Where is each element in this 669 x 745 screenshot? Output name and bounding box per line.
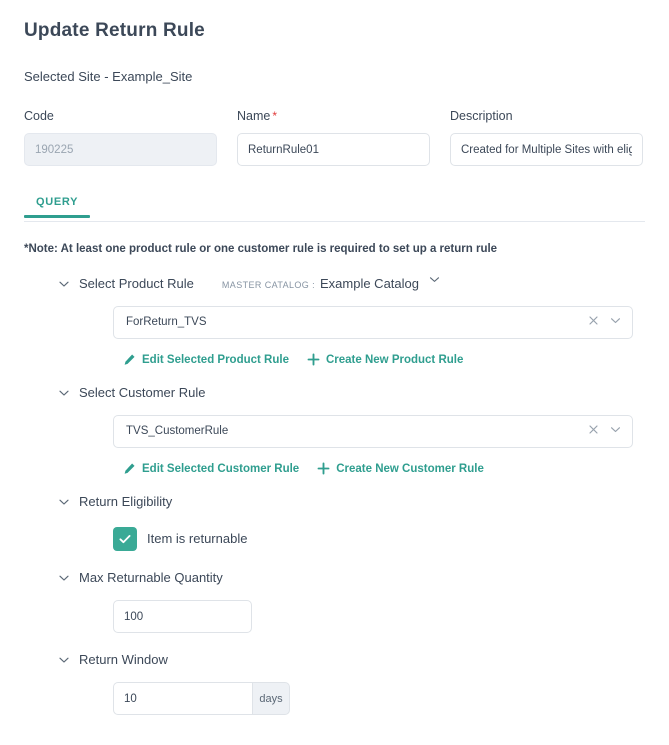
- chevron-down-icon[interactable]: [57, 495, 71, 509]
- section-max-returnable-quantity: Max Returnable Quantity: [24, 567, 645, 633]
- create-new-product-rule-link[interactable]: Create New Product Rule: [307, 353, 463, 366]
- item-returnable-checkbox[interactable]: [113, 527, 137, 551]
- return-window-title: Return Window: [79, 650, 168, 670]
- create-new-customer-rule-link[interactable]: Create New Customer Rule: [317, 462, 484, 475]
- plus-icon: [307, 353, 320, 366]
- return-rule-form-page: Update Return Rule Selected Site - Examp…: [0, 0, 669, 745]
- create-new-product-rule-label: Create New Product Rule: [326, 354, 463, 366]
- tab-bar: QUERY: [24, 192, 645, 222]
- return-window-input[interactable]: [113, 682, 252, 715]
- product-rule-header: Select Product Rule MASTER CATALOG : Exa…: [24, 273, 645, 295]
- plus-icon: [317, 462, 330, 475]
- return-window-unit-suffix: days: [252, 682, 290, 715]
- page-title: Update Return Rule: [24, 0, 645, 44]
- clear-icon[interactable]: [587, 314, 600, 332]
- customer-rule-title: Select Customer Rule: [79, 383, 205, 403]
- name-field-group: Name*: [237, 108, 430, 166]
- form-fields-row: Code Name* Description: [24, 108, 645, 166]
- description-input[interactable]: [450, 133, 643, 166]
- max-quantity-title: Max Returnable Quantity: [79, 568, 223, 588]
- form-note: *Note: At least one product rule or one …: [24, 241, 645, 257]
- item-returnable-row: Item is returnable: [24, 527, 645, 551]
- customer-rule-select-row: TVS_CustomerRule: [24, 415, 645, 448]
- item-returnable-label: Item is returnable: [147, 530, 247, 548]
- name-label-text: Name: [237, 109, 270, 123]
- master-catalog-selector[interactable]: MASTER CATALOG : Example Catalog: [222, 275, 441, 293]
- pencil-icon: [123, 462, 136, 475]
- description-field-group: Description: [450, 108, 643, 166]
- product-rule-selected-value: ForReturn_TVS: [126, 307, 587, 338]
- return-window-input-row: days: [24, 682, 645, 715]
- max-quantity-input-row: [24, 600, 645, 633]
- customer-rule-select[interactable]: TVS_CustomerRule: [113, 415, 633, 448]
- customer-rule-header: Select Customer Rule: [24, 382, 645, 404]
- max-quantity-input[interactable]: [113, 600, 252, 633]
- product-rule-select-icons: [587, 314, 624, 332]
- customer-rule-actions: Edit Selected Customer Rule Create New C…: [24, 462, 645, 475]
- section-select-customer-rule: Select Customer Rule TVS_CustomerRule: [24, 382, 645, 475]
- create-new-customer-rule-label: Create New Customer Rule: [336, 463, 484, 475]
- master-catalog-label: MASTER CATALOG :: [222, 280, 315, 290]
- product-rule-title: Select Product Rule: [79, 274, 194, 294]
- tab-query[interactable]: QUERY: [24, 194, 90, 217]
- chevron-down-icon[interactable]: [609, 314, 622, 332]
- section-select-product-rule: Select Product Rule MASTER CATALOG : Exa…: [24, 273, 645, 366]
- clear-icon[interactable]: [587, 423, 600, 441]
- edit-selected-customer-rule-link[interactable]: Edit Selected Customer Rule: [123, 462, 299, 475]
- selected-site-text: Selected Site - Example_Site: [24, 68, 645, 86]
- return-eligibility-title: Return Eligibility: [79, 492, 172, 512]
- code-label: Code: [24, 108, 217, 124]
- return-eligibility-header: Return Eligibility: [24, 491, 645, 513]
- return-window-input-group: days: [113, 682, 290, 715]
- chevron-down-icon[interactable]: [609, 423, 622, 441]
- product-rule-select-row: ForReturn_TVS: [24, 306, 645, 339]
- check-icon: [117, 531, 133, 547]
- max-quantity-header: Max Returnable Quantity: [24, 567, 645, 589]
- product-rule-actions: Edit Selected Product Rule Create New Pr…: [24, 353, 645, 366]
- code-field-group: Code: [24, 108, 217, 166]
- chevron-down-icon[interactable]: [57, 277, 71, 291]
- pencil-icon: [123, 353, 136, 366]
- edit-selected-product-rule-label: Edit Selected Product Rule: [142, 354, 289, 366]
- customer-rule-selected-value: TVS_CustomerRule: [126, 416, 587, 447]
- chevron-down-icon[interactable]: [428, 273, 441, 291]
- required-asterisk: *: [272, 109, 277, 123]
- name-input[interactable]: [237, 133, 430, 166]
- name-label: Name*: [237, 108, 430, 124]
- edit-selected-customer-rule-label: Edit Selected Customer Rule: [142, 463, 299, 475]
- description-label: Description: [450, 108, 643, 124]
- product-rule-select[interactable]: ForReturn_TVS: [113, 306, 633, 339]
- customer-rule-select-icons: [587, 423, 624, 441]
- edit-selected-product-rule-link[interactable]: Edit Selected Product Rule: [123, 353, 289, 366]
- section-return-window: Return Window days: [24, 649, 645, 715]
- chevron-down-icon[interactable]: [57, 386, 71, 400]
- chevron-down-icon[interactable]: [57, 653, 71, 667]
- code-input[interactable]: [24, 133, 217, 166]
- chevron-down-icon[interactable]: [57, 571, 71, 585]
- return-window-header: Return Window: [24, 649, 645, 671]
- section-return-eligibility: Return Eligibility Item is returnable: [24, 491, 645, 551]
- master-catalog-value: Example Catalog: [320, 276, 419, 291]
